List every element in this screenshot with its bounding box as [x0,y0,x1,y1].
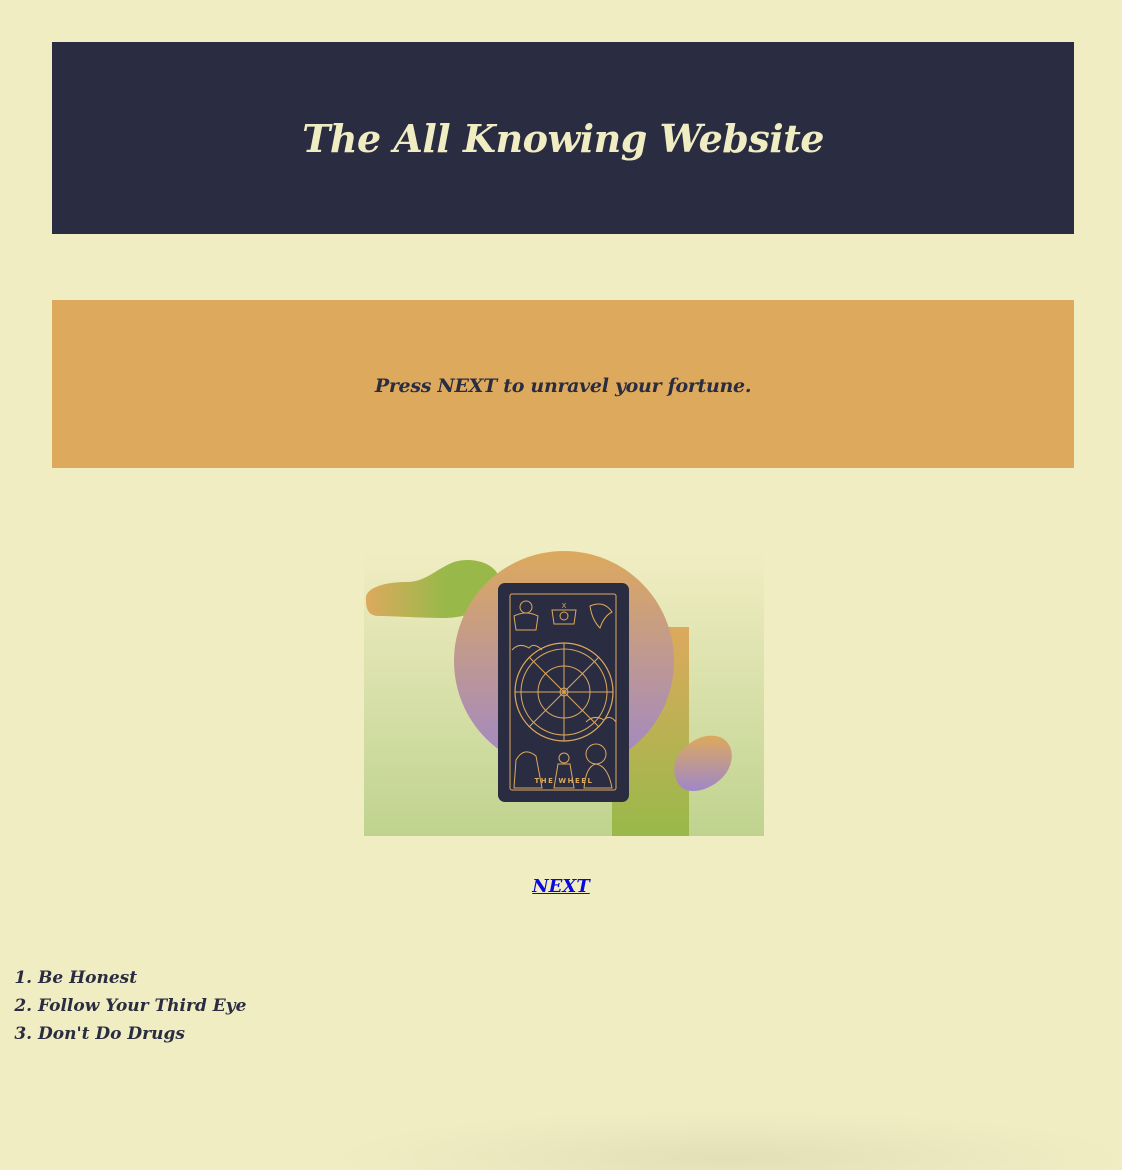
next-link[interactable]: NEXT [532,876,590,897]
next-container: NEXT [0,876,1122,897]
list-item: Don't Do Drugs [38,1020,246,1048]
fortune-banner: Press NEXT to unravel your fortune. [52,300,1074,468]
list-item: Follow Your Third Eye [38,992,246,1020]
decorative-shadow [330,1110,1122,1170]
list-item: Be Honest [38,964,246,992]
card-numeral: X [562,602,567,610]
page-title: The All Knowing Website [302,115,824,161]
site-header: The All Knowing Website [52,42,1074,234]
fortune-message: Press NEXT to unravel your fortune. [374,375,752,397]
card-name: THE WHEEL [535,777,594,785]
tarot-illustration: X THE WHEEL [364,550,764,836]
rules-list: Be Honest Follow Your Third Eye Don't Do… [0,964,246,1048]
tarot-card-image: X THE WHEEL [364,550,764,836]
